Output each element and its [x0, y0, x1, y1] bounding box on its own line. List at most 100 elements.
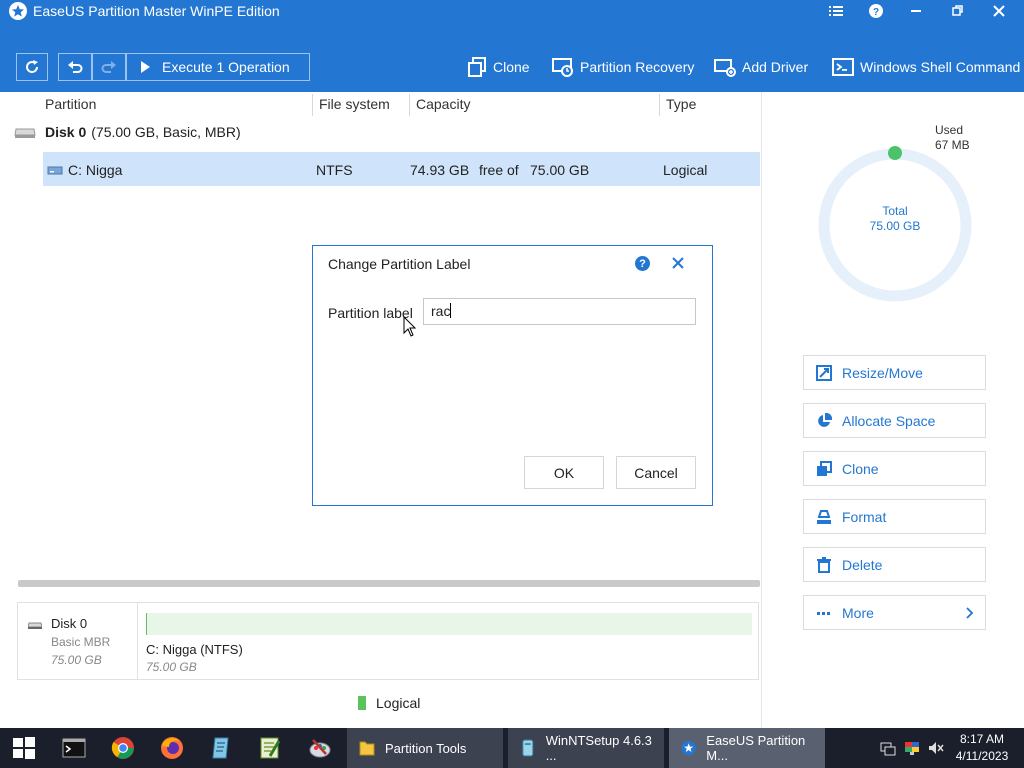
terminal-icon: [832, 58, 854, 76]
play-icon: [141, 61, 150, 73]
taskbar-item-easeus[interactable]: EaseUS Partition M...: [669, 728, 825, 768]
resize-move-button[interactable]: Resize/Move: [803, 355, 986, 390]
notepad-plus-icon[interactable]: [258, 736, 282, 760]
notepad-icon[interactable]: [209, 736, 233, 760]
partition-label-input[interactable]: rac: [423, 298, 696, 325]
undo-button[interactable]: [58, 53, 92, 81]
refresh-button[interactable]: [16, 53, 48, 81]
help-icon[interactable]: ?: [863, 1, 889, 21]
used-title: Used: [935, 123, 964, 137]
allocate-space-button[interactable]: Allocate Space: [803, 403, 986, 438]
execute-operation-button[interactable]: Execute 1 Operation: [126, 53, 310, 81]
partition-drive-icon: [47, 166, 63, 175]
partition-type: Logical: [663, 162, 708, 178]
delete-button[interactable]: Delete: [803, 547, 986, 582]
redo-button[interactable]: [92, 53, 126, 81]
text-caret: [450, 303, 452, 318]
taskbar-item-winntsetup[interactable]: WinNTSetup 4.6.3 ...: [508, 728, 664, 768]
disk-map-disk-type: Basic MBR: [51, 635, 111, 649]
partition-free-of: free of: [479, 162, 519, 178]
disk-name: Disk 0: [45, 124, 87, 140]
format-button[interactable]: Format: [803, 499, 986, 534]
taskbar: Partition Tools WinNTSetup 4.6.3 ... Eas…: [0, 728, 1024, 768]
close-window-button[interactable]: [986, 1, 1012, 21]
legend-swatch: [358, 696, 366, 710]
total-value: 75.00 GB: [869, 219, 921, 233]
column-header-partition[interactable]: Partition: [45, 96, 96, 112]
svg-text:?: ?: [873, 7, 879, 18]
disk-row[interactable]: Disk 0 (75.00 GB, Basic, MBR): [14, 124, 241, 140]
add-driver-button[interactable]: Add Driver: [714, 56, 808, 78]
app-toolbar: EaseUS Partition Master WinPE Edition ? …: [0, 0, 1024, 92]
clone-partition-label: Clone: [842, 460, 879, 477]
speaker-muted-icon[interactable]: [928, 740, 944, 756]
allocate-space-label: Allocate Space: [842, 412, 936, 429]
delete-label: Delete: [842, 556, 883, 573]
disk-icon: [14, 128, 36, 138]
clock-time: 8:17 AM: [959, 732, 1005, 746]
total-space-label: Total 75.00 GB: [845, 204, 945, 234]
partition-recovery-button[interactable]: Partition Recovery: [552, 56, 694, 78]
column-header-type[interactable]: Type: [666, 96, 696, 112]
column-header-file-system[interactable]: File system: [319, 96, 390, 112]
pie-icon: [818, 412, 832, 427]
display-settings-icon[interactable]: [904, 740, 920, 756]
clone-tool-label: Clone: [493, 59, 530, 75]
clock-date: 4/11/2023: [955, 749, 1009, 763]
disk-info: (75.00 GB, Basic, MBR): [91, 124, 241, 140]
change-partition-label-dialog: Change Partition Label ? Partition label…: [312, 245, 713, 506]
app-logo-icon: [9, 2, 27, 20]
partition-total-size: 75.00 GB: [530, 162, 590, 178]
winntsetup-icon: [522, 739, 534, 757]
network-icon[interactable]: [880, 740, 896, 756]
menu-icon[interactable]: [823, 1, 849, 21]
cancel-button[interactable]: Cancel: [616, 456, 696, 489]
undo-icon: [68, 61, 83, 73]
partition-label-value: rac: [431, 303, 451, 319]
mouse-cursor-icon: [403, 316, 417, 337]
firefox-icon[interactable]: [160, 736, 184, 760]
partition-filesystem: NTFS: [316, 162, 353, 178]
column-header-capacity[interactable]: Capacity: [416, 96, 470, 112]
close-icon[interactable]: [669, 253, 687, 273]
partition-label-caption: Partition label: [328, 305, 413, 321]
start-button[interactable]: [12, 736, 36, 760]
easeus-icon: [681, 740, 696, 756]
disk-map-disk-name: Disk 0: [51, 616, 88, 631]
ok-button[interactable]: OK: [524, 456, 604, 489]
chrome-icon[interactable]: [111, 736, 135, 760]
taskbar-item-label: EaseUS Partition M...: [706, 733, 806, 763]
more-button[interactable]: More: [803, 595, 986, 630]
legend-label: Logical: [376, 695, 421, 711]
dialog-title: Change Partition Label: [328, 256, 471, 272]
partition-usage-bar[interactable]: [146, 613, 752, 635]
disk-icon: [28, 622, 42, 629]
more-label: More: [842, 604, 874, 621]
system-clock[interactable]: 8:17 AM 4/11/2023: [952, 731, 1012, 765]
command-prompt-icon[interactable]: [62, 736, 86, 760]
restore-button[interactable]: [945, 1, 971, 21]
disk-map[interactable]: Disk 0 Basic MBR 75.00 GB C: Nigga (NTFS…: [17, 602, 759, 680]
horizontal-scrollbar[interactable]: [18, 580, 760, 587]
refresh-icon: [26, 60, 39, 73]
minimize-button[interactable]: [903, 1, 929, 21]
dots-icon: [817, 611, 830, 615]
column-divider: [409, 94, 410, 116]
taskbar-item-partition-tools[interactable]: Partition Tools: [347, 728, 503, 768]
partition-row[interactable]: C: Nigga NTFS 74.93 GB free of 75.00 GB …: [43, 152, 760, 186]
windows-shell-command-label: Windows Shell Command: [860, 59, 1021, 75]
trash-icon: [817, 556, 831, 573]
chevron-right-icon: [966, 607, 974, 619]
partition-free-space: 74.93 GB: [410, 162, 470, 178]
partition-recovery-label: Partition Recovery: [580, 59, 695, 75]
help-icon[interactable]: ?: [635, 256, 650, 271]
add-driver-label: Add Driver: [742, 59, 809, 75]
taskbar-item-label: Partition Tools: [385, 740, 467, 756]
disk-map-disk-size: 75.00 GB: [51, 653, 102, 667]
paint-icon[interactable]: [308, 736, 332, 760]
recovery-icon: [552, 58, 573, 77]
clone-tool-button[interactable]: Clone: [467, 56, 530, 78]
windows-shell-command-button[interactable]: Windows Shell Command: [832, 56, 1020, 78]
legend-logical: Logical: [358, 695, 420, 711]
clone-partition-button[interactable]: Clone: [803, 451, 986, 486]
